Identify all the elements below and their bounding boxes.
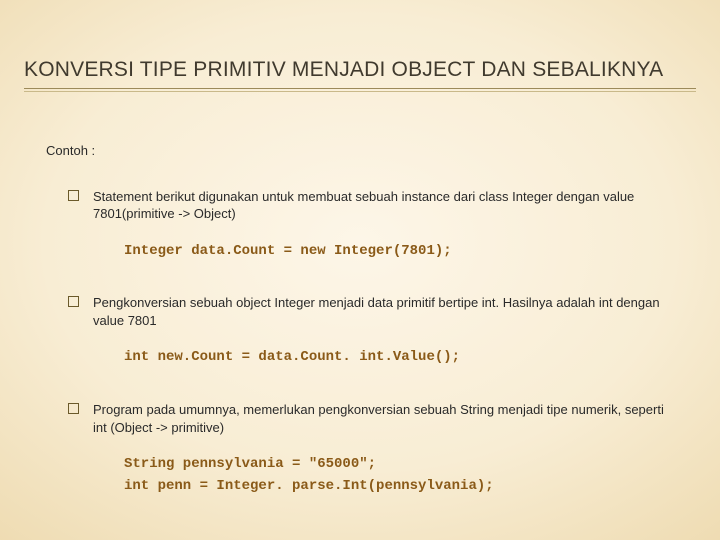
code-block: String pennsylvania = "65000"; int penn … [124, 454, 674, 497]
item-text: Statement berikut digunakan untuk membua… [93, 188, 674, 223]
list-item: Program pada umumnya, memerlukan pengkon… [46, 401, 674, 436]
item-text: Program pada umumnya, memerlukan pengkon… [93, 401, 674, 436]
code-line: Integer data.Count = new Integer(7801); [124, 241, 674, 263]
list-item: Pengkonversian sebuah object Integer men… [46, 294, 674, 329]
code-block: int new.Count = data.Count. int.Value(); [124, 347, 674, 369]
divider [24, 88, 696, 89]
square-bullet-icon [68, 403, 79, 414]
code-line: int penn = Integer. parse.Int(pennsylvan… [124, 476, 674, 498]
page-title: KONVERSI TIPE PRIMITIV MENJADI OBJECT DA… [24, 58, 696, 82]
list-item: Statement berikut digunakan untuk membua… [46, 188, 674, 223]
example-label: Contoh : [46, 142, 674, 160]
code-block: Integer data.Count = new Integer(7801); [124, 241, 674, 263]
square-bullet-icon [68, 190, 79, 201]
code-line: String pennsylvania = "65000"; [124, 454, 674, 476]
item-text: Pengkonversian sebuah object Integer men… [93, 294, 674, 329]
code-line: int new.Count = data.Count. int.Value(); [124, 347, 674, 369]
header: KONVERSI TIPE PRIMITIV MENJADI OBJECT DA… [0, 0, 720, 92]
content: Contoh : Statement berikut digunakan unt… [0, 92, 720, 498]
square-bullet-icon [68, 296, 79, 307]
